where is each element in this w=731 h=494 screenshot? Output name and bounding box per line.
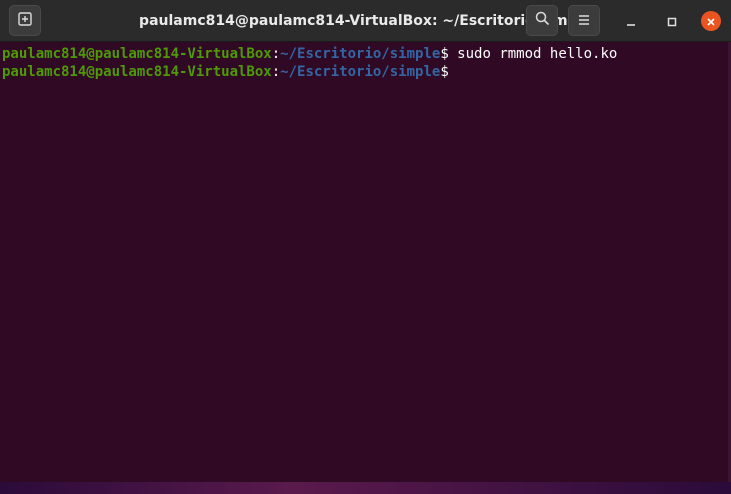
prompt-path: ~/Escritorio/simple <box>280 46 441 62</box>
menu-button[interactable] <box>568 5 600 36</box>
maximize-icon <box>667 12 677 31</box>
prompt-separator: : <box>271 64 281 80</box>
prompt-user: paulamc814@paulamc814-VirtualBox <box>2 64 272 80</box>
command-text: sudo rmmod hello.ko <box>448 46 618 62</box>
hamburger-menu-icon <box>578 11 590 30</box>
prompt-separator: : <box>271 46 281 62</box>
title-bar[interactable]: paulamc814@paulamc814-VirtualBox: ~/Escr… <box>0 0 731 42</box>
search-icon <box>535 11 550 30</box>
close-icon <box>706 12 716 31</box>
search-button[interactable] <box>526 5 558 36</box>
prompt-dollar: $ <box>440 64 449 80</box>
prompt-dollar: $ <box>440 46 449 62</box>
terminal-output[interactable]: paulamc814@paulamc814-VirtualBox:~/Escri… <box>0 42 731 482</box>
prompt-path: ~/Escritorio/simple <box>280 64 441 80</box>
desktop-background <box>0 482 731 494</box>
terminal-line: paulamc814@paulamc814-VirtualBox:~/Escri… <box>2 45 731 63</box>
prompt-user: paulamc814@paulamc814-VirtualBox <box>2 46 272 62</box>
minimize-icon <box>626 12 636 31</box>
maximize-button[interactable] <box>662 11 682 31</box>
close-button[interactable] <box>701 11 721 31</box>
terminal-window: paulamc814@paulamc814-VirtualBox: ~/Escr… <box>0 0 731 494</box>
terminal-line: paulamc814@paulamc814-VirtualBox:~/Escri… <box>2 63 731 81</box>
minimize-button[interactable] <box>621 11 641 31</box>
